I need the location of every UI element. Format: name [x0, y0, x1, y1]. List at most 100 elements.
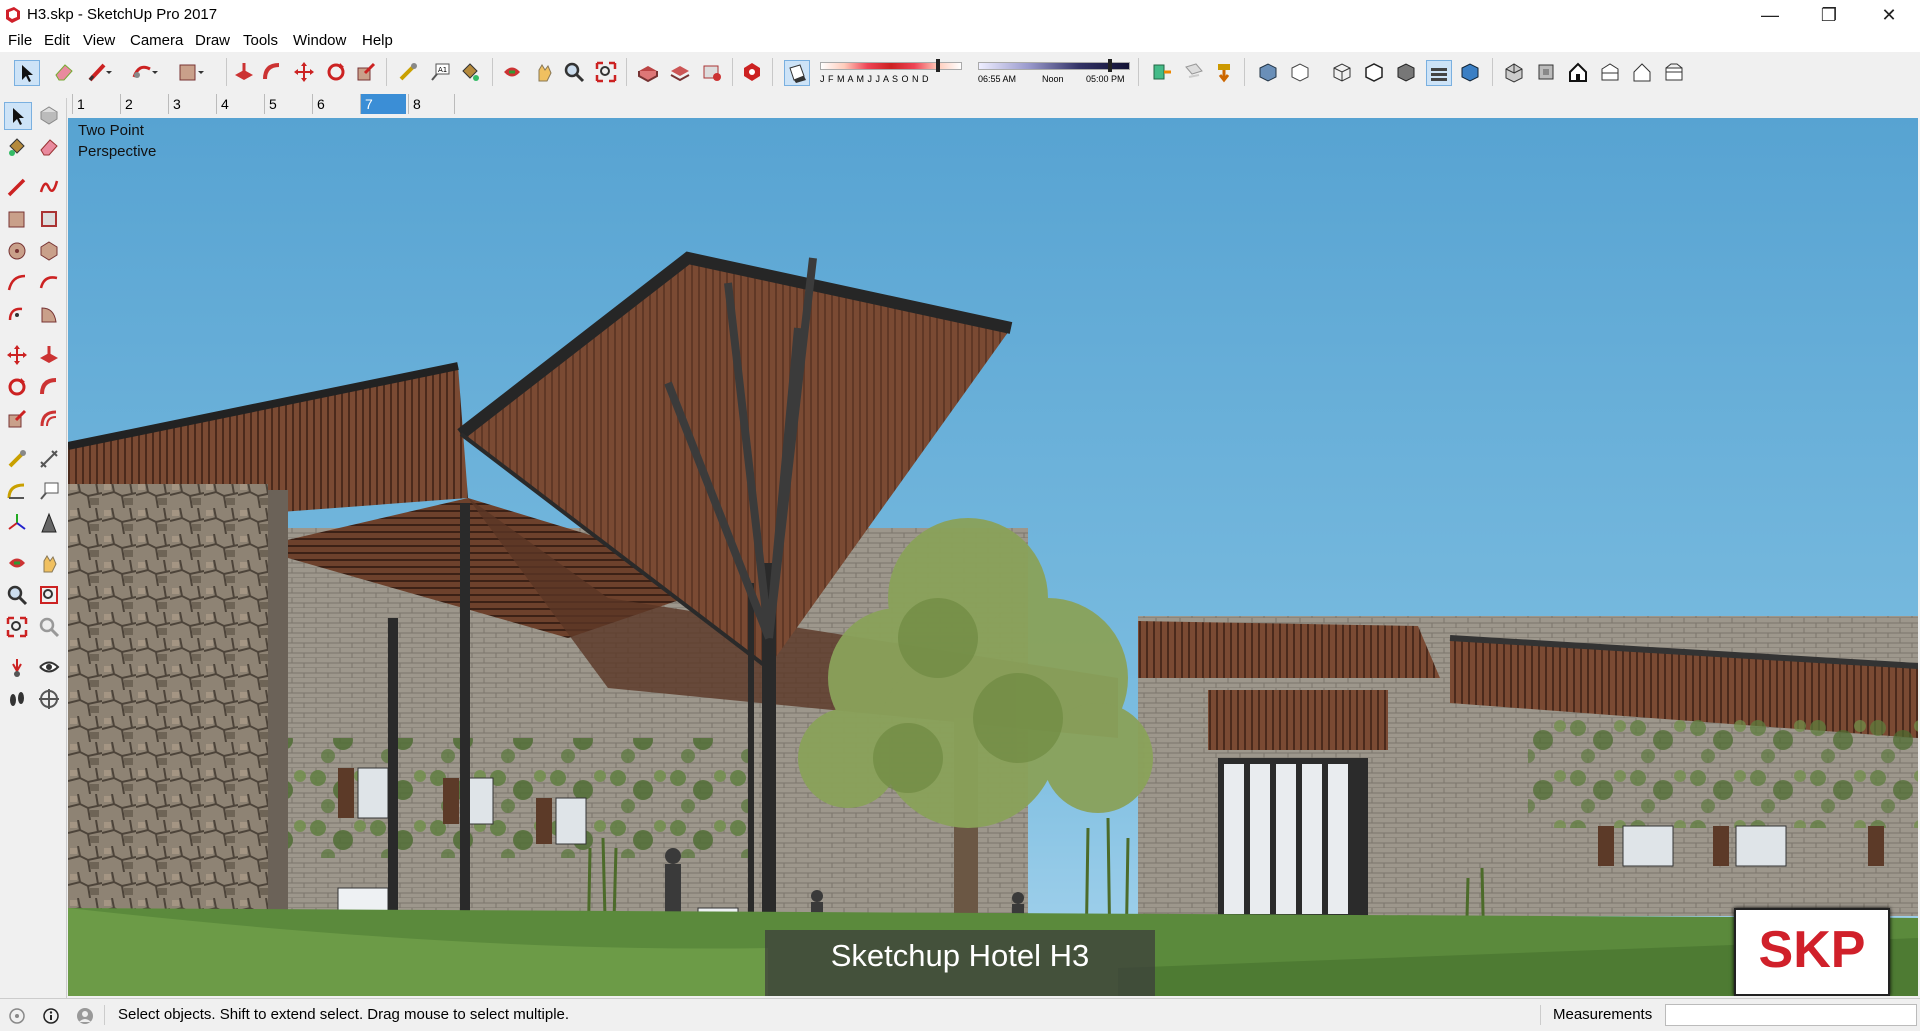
scale-tool-icon[interactable] — [4, 406, 30, 432]
paint-bucket-icon[interactable] — [4, 134, 30, 160]
offset-icon[interactable] — [36, 406, 62, 432]
wireframe-style-icon[interactable] — [1330, 60, 1354, 84]
top-view-icon[interactable] — [1534, 60, 1558, 84]
move-tool-icon[interactable] — [4, 342, 30, 368]
protractor-icon[interactable] — [4, 478, 30, 504]
shadow-time-slider[interactable]: 06:55 AM Noon 05:00 PM — [978, 59, 1130, 87]
scene-tab-8[interactable]: 8 — [408, 94, 454, 114]
back-edges-style-icon[interactable] — [1288, 60, 1312, 84]
restore-button[interactable]: ❐ — [1800, 0, 1858, 30]
zoom-icon[interactable] — [4, 582, 30, 608]
scene-tab-2[interactable]: 2 — [120, 94, 166, 114]
shadow-date-slider[interactable]: J F M A M J J A S O N D — [820, 59, 962, 87]
display-section-planes-icon[interactable] — [1182, 60, 1206, 84]
pan-icon[interactable] — [36, 550, 62, 576]
right-view-icon[interactable] — [1598, 60, 1622, 84]
paint-bucket-icon[interactable] — [458, 60, 482, 84]
eraser-icon[interactable] — [36, 134, 62, 160]
monochrome-style-icon[interactable] — [1458, 60, 1482, 84]
menu-help[interactable]: Help — [362, 32, 393, 49]
previous-view-icon[interactable] — [36, 614, 62, 640]
rectangle-icon[interactable] — [4, 206, 30, 232]
select-tool-icon[interactable] — [14, 60, 40, 86]
measurements-input[interactable] — [1665, 1004, 1917, 1026]
tape-measure-icon[interactable] — [4, 446, 30, 472]
push-pull-icon[interactable] — [36, 342, 62, 368]
orbit-icon[interactable] — [4, 550, 30, 576]
eraser-icon[interactable] — [52, 60, 76, 84]
follow-me-icon[interactable] — [36, 374, 62, 400]
model-viewport[interactable]: Two Point Perspective Sketchup Hotel H3 … — [68, 118, 1918, 996]
make-component-icon[interactable] — [36, 102, 62, 128]
push-pull-icon[interactable] — [232, 60, 256, 84]
menu-view[interactable]: View — [83, 32, 115, 49]
menu-camera[interactable]: Camera — [130, 32, 183, 49]
scene-tab-1[interactable]: 1 — [72, 94, 118, 114]
dimension-icon[interactable] — [36, 446, 62, 472]
display-section-cuts-icon[interactable] — [1212, 60, 1236, 84]
info-icon[interactable] — [42, 1007, 60, 1025]
zoom-extents-icon[interactable] — [594, 60, 618, 84]
position-camera-icon[interactable] — [4, 654, 30, 680]
left-view-icon[interactable] — [1662, 60, 1686, 84]
3d-text-icon[interactable] — [36, 510, 62, 536]
move-tool-icon[interactable] — [292, 60, 316, 84]
iso-view-icon[interactable] — [1502, 60, 1526, 84]
zoom-extents-icon[interactable] — [4, 614, 30, 640]
arc-dropdown-icon[interactable] — [150, 60, 160, 84]
minimize-button[interactable]: — — [1741, 0, 1799, 30]
close-button[interactable]: ✕ — [1860, 0, 1918, 30]
circle-icon[interactable] — [4, 238, 30, 264]
user-account-icon[interactable] — [76, 1007, 94, 1025]
scene-tab-6[interactable]: 6 — [312, 94, 358, 114]
shaded-style-icon[interactable] — [1394, 60, 1418, 84]
select-tool-icon[interactable] — [4, 102, 32, 130]
share-model-icon[interactable] — [668, 60, 692, 84]
scene-tab-4[interactable]: 4 — [216, 94, 262, 114]
section-plane-icon[interactable] — [1150, 60, 1174, 84]
shadows-toggle-icon[interactable] — [784, 60, 810, 86]
xray-style-icon[interactable] — [1256, 60, 1280, 84]
tape-measure-icon[interactable] — [396, 60, 420, 84]
look-around-icon[interactable] — [36, 654, 62, 680]
follow-me-icon[interactable] — [260, 60, 284, 84]
text-tool-icon[interactable]: A1 — [428, 60, 452, 84]
text-tool-icon[interactable] — [36, 478, 62, 504]
hidden-line-style-icon[interactable] — [1362, 60, 1386, 84]
freehand-icon[interactable] — [36, 174, 62, 200]
scene-tab-3[interactable]: 3 — [168, 94, 214, 114]
pan-icon[interactable] — [532, 60, 556, 84]
scene-tab-7[interactable]: 7 — [360, 94, 406, 114]
two-point-arc-icon[interactable] — [36, 270, 62, 296]
menu-file[interactable]: File — [8, 32, 32, 49]
menu-window[interactable]: Window — [293, 32, 346, 49]
rotate-tool-icon[interactable] — [324, 60, 348, 84]
shaded-textures-style-icon[interactable] — [1426, 60, 1452, 86]
line-tool-icon[interactable] — [4, 174, 30, 200]
extension-manager-icon[interactable] — [740, 60, 764, 84]
section-plane-icon[interactable] — [36, 686, 62, 712]
rotated-rectangle-icon[interactable] — [36, 206, 62, 232]
geolocation-icon[interactable] — [8, 1007, 26, 1025]
front-view-icon[interactable] — [1566, 60, 1590, 84]
3d-warehouse-icon[interactable] — [636, 60, 660, 84]
line-dropdown-icon[interactable] — [104, 60, 114, 84]
rotate-tool-icon[interactable] — [4, 374, 30, 400]
orbit-icon[interactable] — [500, 60, 524, 84]
zoom-icon[interactable] — [562, 60, 586, 84]
arc-icon[interactable] — [4, 270, 30, 296]
pie-icon[interactable] — [36, 302, 62, 328]
walk-icon[interactable] — [4, 686, 30, 712]
menu-edit[interactable]: Edit — [44, 32, 70, 49]
extension-warehouse-icon[interactable] — [700, 60, 724, 84]
scene-tab-5[interactable]: 5 — [264, 94, 310, 114]
scale-tool-icon[interactable] — [354, 60, 378, 84]
axes-icon[interactable] — [4, 510, 30, 536]
three-point-arc-icon[interactable] — [4, 302, 30, 328]
back-view-icon[interactable] — [1630, 60, 1654, 84]
menu-draw[interactable]: Draw — [195, 32, 230, 49]
shape-dropdown-icon[interactable] — [196, 60, 206, 84]
polygon-icon[interactable] — [36, 238, 62, 264]
zoom-window-icon[interactable] — [36, 582, 62, 608]
menu-tools[interactable]: Tools — [243, 32, 278, 49]
